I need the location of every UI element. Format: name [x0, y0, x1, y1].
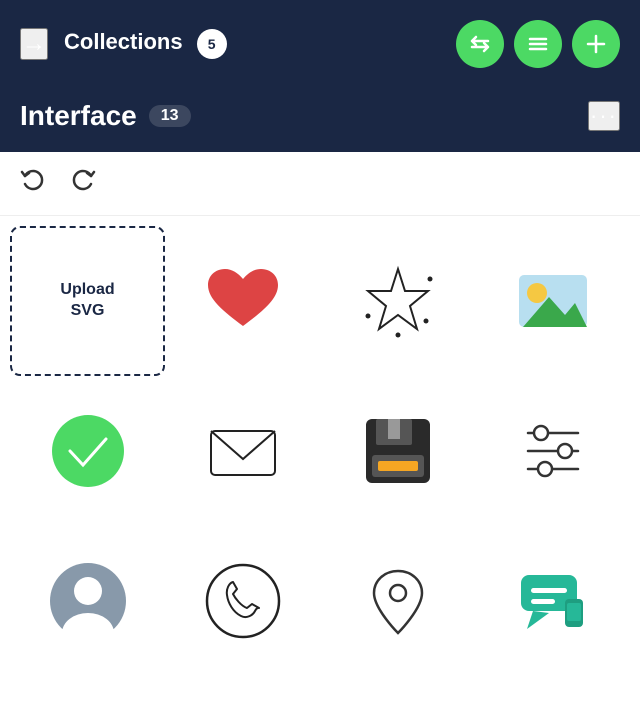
interface-label: Interface: [20, 100, 137, 132]
floppy-icon-cell[interactable]: [320, 376, 475, 526]
star-icon: [358, 261, 438, 341]
header-actions: [456, 20, 620, 68]
upload-svg-cell[interactable]: UploadSVG: [10, 226, 165, 376]
upload-label: UploadSVG: [60, 280, 114, 322]
phone-icon-cell[interactable]: [165, 526, 320, 676]
collections-count: 5: [197, 29, 227, 59]
redo-button[interactable]: [68, 166, 96, 201]
star-icon-cell[interactable]: [320, 226, 475, 376]
back-button[interactable]: →: [20, 28, 48, 60]
collections-label: Collections: [64, 29, 183, 54]
avatar-icon-cell[interactable]: [10, 526, 165, 676]
image-icon-cell[interactable]: [475, 226, 630, 376]
interface-count: 13: [149, 105, 191, 127]
chat-bubble-icon: [513, 561, 593, 641]
undo-button[interactable]: [20, 166, 48, 201]
toolbar: [0, 152, 640, 216]
image-icon: [513, 261, 593, 341]
interface-title-group: Interface 13: [20, 100, 191, 132]
heart-icon-cell[interactable]: [165, 226, 320, 376]
checkmark-icon: [48, 411, 128, 491]
mail-icon-cell[interactable]: [165, 376, 320, 526]
checkmark-icon-cell[interactable]: [10, 376, 165, 526]
more-button[interactable]: ···: [588, 101, 620, 131]
add-button[interactable]: [572, 20, 620, 68]
chat-bubble-icon-cell[interactable]: [475, 526, 630, 676]
mail-icon: [203, 411, 283, 491]
icon-grid: UploadSVG: [0, 216, 640, 686]
floppy-disk-icon: [358, 411, 438, 491]
sliders-icon: [513, 411, 593, 491]
swap-button[interactable]: [456, 20, 504, 68]
location-pin-icon-cell[interactable]: [320, 526, 475, 676]
avatar-icon: [48, 561, 128, 641]
list-button[interactable]: [514, 20, 562, 68]
collections-title: Collections 5: [64, 29, 444, 59]
location-pin-icon: [358, 561, 438, 641]
phone-icon: [203, 561, 283, 641]
sub-header: Interface 13 ···: [0, 88, 640, 152]
header: → Collections 5: [0, 0, 640, 88]
heart-icon: [203, 261, 283, 341]
sliders-icon-cell[interactable]: [475, 376, 630, 526]
